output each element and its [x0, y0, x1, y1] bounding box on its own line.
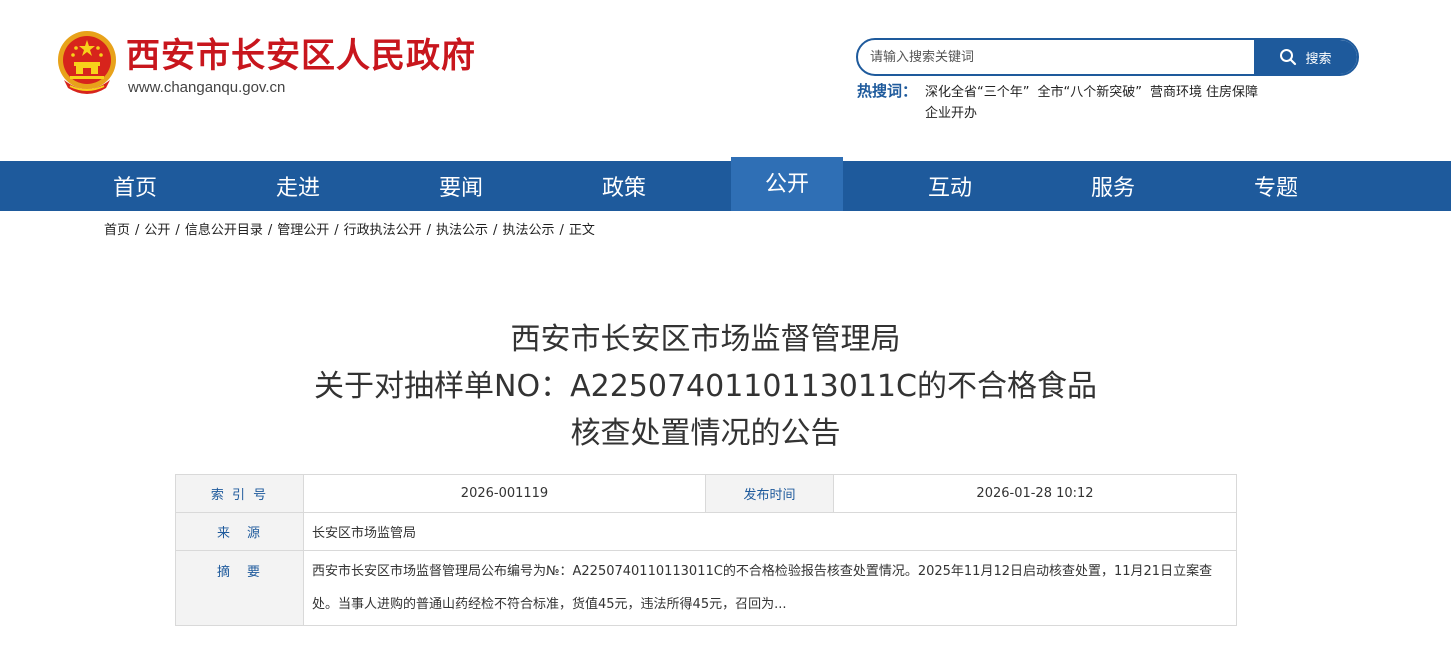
- breadcrumb-link[interactable]: 执法公示: [436, 223, 488, 238]
- search-box: 搜索: [856, 38, 1359, 76]
- breadcrumb-separator: /: [334, 223, 339, 238]
- nav-item-label: 互动: [927, 176, 972, 201]
- nav-item-label: 要闻: [438, 176, 483, 201]
- table-row: 来 源 长安区市场监管局: [175, 512, 1237, 551]
- nav-item-label: 政策: [601, 176, 646, 201]
- search-button[interactable]: 搜索: [1254, 40, 1357, 74]
- breadcrumb-separator: /: [559, 223, 564, 238]
- source-value: 长安区市场监管局: [303, 512, 1237, 551]
- breadcrumb-separator: /: [267, 223, 273, 238]
- hot-search-list: 深化全省“三个年” 全市“八个新突破” 营商环境 住房保障企业开办: [925, 82, 1325, 124]
- breadcrumb-separator: /: [175, 223, 180, 238]
- index-value: 2026-001119: [303, 474, 706, 513]
- site-title[interactable]: 西安市长安区人民政府: [126, 36, 476, 76]
- hot-term[interactable]: 企业开办: [925, 106, 977, 121]
- breadcrumb-separator: /: [426, 223, 432, 238]
- nav-item-home[interactable]: 首页: [79, 161, 191, 211]
- hot-term[interactable]: 全市“八个新突破”: [1037, 85, 1141, 100]
- info-table: 索 引 号 2026-001119 发布时间 2026-01-28 10:12 …: [175, 474, 1237, 626]
- nav-item-about[interactable]: 走进: [242, 161, 354, 211]
- nav-item-news[interactable]: 要闻: [405, 161, 517, 211]
- source-label: 来 源: [175, 512, 304, 551]
- search-icon: [1280, 49, 1297, 66]
- search-button-label: 搜索: [1305, 51, 1332, 67]
- nav-item-open[interactable]: 公开: [731, 157, 843, 211]
- hot-term[interactable]: 住房保障: [1206, 85, 1258, 100]
- date-value: 2026-01-28 10:12: [833, 474, 1237, 513]
- breadcrumb-link[interactable]: 信息公开目录: [185, 223, 263, 238]
- hot-search-label: 热搜词：: [857, 82, 918, 100]
- breadcrumb-link[interactable]: 首页: [104, 223, 130, 238]
- site-header: 西安市长安区人民政府 www.changanqu.gov.cn 搜索 热搜词： …: [0, 0, 1451, 161]
- breadcrumb-link[interactable]: 管理公开: [277, 223, 329, 238]
- abstract-label: 摘 要: [175, 550, 304, 626]
- table-row: 索 引 号 2026-001119 发布时间 2026-01-28 10:12: [175, 474, 1237, 513]
- breadcrumb: 首页 / 公开 / 信息公开目录 / 管理公开 / 行政执法公开 / 执法公示 / 执法公示 / 正文: [104, 222, 595, 240]
- breadcrumb-current: 正文: [568, 223, 595, 238]
- site-url[interactable]: www.changanqu.gov.cn: [128, 79, 285, 97]
- nav-item-topics[interactable]: 专题: [1220, 161, 1332, 211]
- article-title-line: 关于对抽样单NO：A2250740110113011C的不合格食品: [314, 369, 1097, 404]
- breadcrumb-link[interactable]: 执法公示: [502, 223, 554, 238]
- hot-term[interactable]: 营商环境: [1150, 85, 1202, 100]
- index-label: 索 引 号: [175, 474, 304, 513]
- abstract-value: 西安市长安区市场监督管理局公布编号为№：A2250740110113011C的不…: [303, 550, 1237, 626]
- nav-item-label: 公开: [764, 172, 809, 197]
- nav-item-label: 服务: [1090, 176, 1135, 201]
- article-title-line: 核查处置情况的公告: [570, 416, 841, 451]
- hot-term[interactable]: 深化全省“三个年”: [925, 85, 1029, 100]
- date-label: 发布时间: [705, 474, 834, 513]
- national-emblem-icon[interactable]: [56, 28, 118, 96]
- main-nav: 首页 走进 要闻 政策 公开 互动 服务 专题: [0, 157, 1451, 211]
- search-input[interactable]: [858, 40, 1256, 74]
- breadcrumb-link[interactable]: 行政执法公开: [344, 223, 422, 238]
- table-row: 摘 要 西安市长安区市场监督管理局公布编号为№：A225074011011301…: [175, 550, 1237, 626]
- nav-item-label: 走进: [275, 176, 320, 201]
- nav-item-policy[interactable]: 政策: [568, 161, 680, 211]
- nav-item-interaction[interactable]: 互动: [894, 161, 1006, 211]
- nav-item-label: 专题: [1253, 176, 1298, 201]
- article-title: 西安市长安区市场监督管理局 关于对抽样单NO：A2250740110113011…: [0, 316, 1411, 457]
- breadcrumb-separator: /: [493, 223, 498, 238]
- article-title-line: 西安市长安区市场监督管理局: [510, 322, 901, 357]
- breadcrumb-link[interactable]: 公开: [144, 223, 170, 238]
- breadcrumb-separator: /: [135, 223, 140, 238]
- nav-item-label: 首页: [112, 176, 157, 201]
- nav-item-service[interactable]: 服务: [1057, 161, 1169, 211]
